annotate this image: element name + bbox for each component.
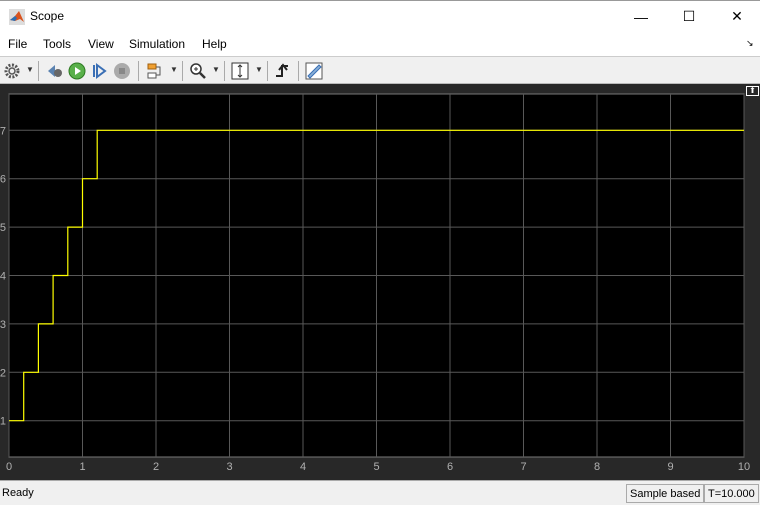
chevron-down-icon[interactable]: ▼ <box>212 65 220 74</box>
status-text: Ready <box>2 487 34 499</box>
scale-axes-icon[interactable] <box>230 61 250 81</box>
status-bar: Ready Sample based T=10.000 <box>0 480 760 505</box>
step-back-icon[interactable] <box>45 61 65 81</box>
triggers-icon[interactable] <box>273 61 293 81</box>
x-tick-label: 9 <box>667 461 673 473</box>
menu-bar: File Tools View Simulation Help ↘ <box>0 32 760 56</box>
x-tick-label: 3 <box>226 461 232 473</box>
close-button[interactable]: ✕ <box>714 1 760 32</box>
scope-plot[interactable]: 0 1 2 3 4 5 6 7 8 9 10 1 2 3 4 5 6 7 <box>0 84 760 480</box>
y-tick-label: 4 <box>0 271 6 283</box>
minimize-button[interactable]: — <box>618 1 664 32</box>
menu-view[interactable]: View <box>88 37 114 51</box>
menu-help[interactable]: Help <box>202 37 227 51</box>
sample-mode: Sample based <box>626 484 705 503</box>
matlab-logo-icon <box>9 9 25 25</box>
chevron-down-icon[interactable]: ▼ <box>26 65 34 74</box>
x-tick-label: 5 <box>373 461 379 473</box>
x-tick-label: 7 <box>520 461 526 473</box>
zoom-in-icon[interactable] <box>188 61 208 81</box>
x-tick-label: 2 <box>153 461 159 473</box>
chevron-down-icon[interactable]: ▼ <box>255 65 263 74</box>
y-tick-label: 7 <box>0 125 6 137</box>
chevron-down-icon[interactable]: ▼ <box>170 65 178 74</box>
y-tick-label: 2 <box>0 367 6 379</box>
x-tick-label: 0 <box>6 461 12 473</box>
signal-hierarchy-icon[interactable] <box>145 61 165 81</box>
x-tick-label: 1 <box>79 461 85 473</box>
maximize-button[interactable]: ☐ <box>666 1 712 32</box>
menu-file[interactable]: File <box>8 37 27 51</box>
y-tick-label: 6 <box>0 174 6 186</box>
x-tick-label: 8 <box>594 461 600 473</box>
title-bar: Scope — ☐ ✕ <box>0 0 760 32</box>
window-title: Scope <box>30 9 65 23</box>
menu-simulation[interactable]: Simulation <box>129 37 185 51</box>
maximize-axes-icon[interactable]: ⬆ <box>746 86 759 96</box>
undock-icon[interactable]: ↘ <box>746 38 754 49</box>
y-tick-label: 3 <box>0 319 6 331</box>
run-icon[interactable] <box>67 61 87 81</box>
toolbar: ▼ ▼ ▼ ▼ <box>0 56 760 84</box>
menu-tools[interactable]: Tools <box>43 37 71 51</box>
x-tick-label: 6 <box>447 461 453 473</box>
y-tick-label: 5 <box>0 222 6 234</box>
stop-icon[interactable] <box>112 61 132 81</box>
gear-icon[interactable] <box>2 61 22 81</box>
cursor-measurements-icon[interactable] <box>304 61 324 81</box>
scope-display: 0 1 2 3 4 5 6 7 8 9 10 1 2 3 4 5 6 7 ⬆ <box>0 84 760 480</box>
x-tick-label: 10 <box>738 461 750 473</box>
x-tick-label: 4 <box>300 461 306 473</box>
step-forward-icon[interactable] <box>89 61 109 81</box>
y-tick-label: 1 <box>0 416 6 428</box>
sim-time: T=10.000 <box>704 484 759 503</box>
